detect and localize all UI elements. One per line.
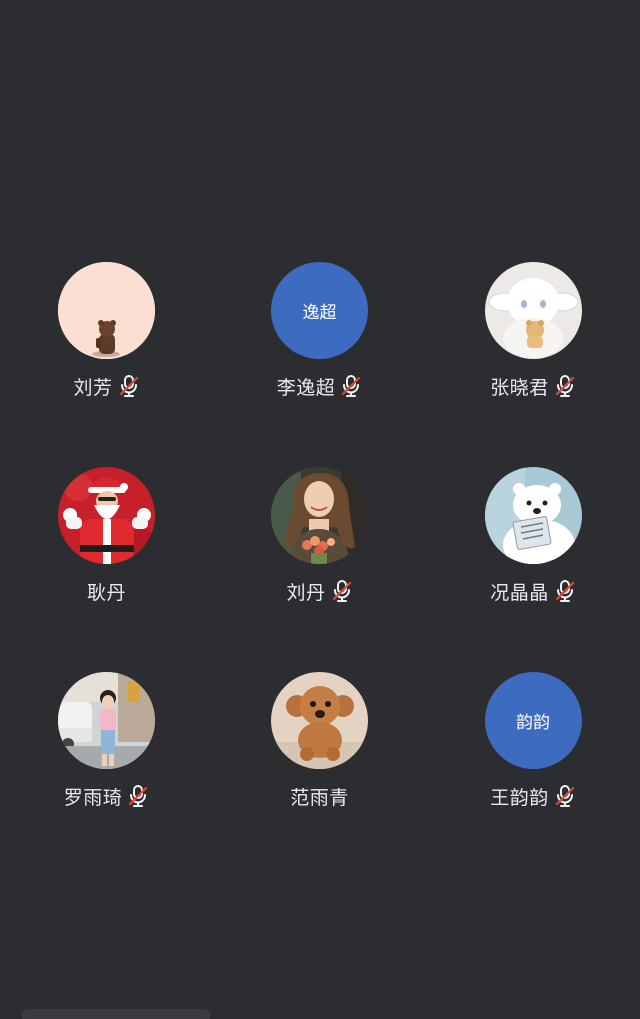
avatar bbox=[58, 467, 155, 564]
participant-name: 王韵韵 bbox=[490, 787, 549, 809]
name-row: 况晶晶 bbox=[490, 578, 576, 604]
name-row: 刘丹 bbox=[286, 578, 352, 604]
participant-tile[interactable]: 况晶晶 bbox=[426, 467, 640, 672]
poodle-image bbox=[271, 672, 368, 769]
participant-tile[interactable]: 范雨青 bbox=[213, 672, 426, 877]
participant-name: 李逸超 bbox=[276, 377, 336, 399]
participant-tile[interactable]: 韵韵 王韵韵 bbox=[426, 672, 640, 877]
mic-off-icon bbox=[340, 374, 362, 398]
avatar-initials: 逸超 bbox=[302, 303, 337, 322]
name-row: 罗雨琦 bbox=[64, 783, 150, 809]
mic-off-icon bbox=[554, 784, 576, 808]
participant-name: 刘丹 bbox=[286, 582, 326, 604]
bunny-plush-image bbox=[484, 262, 582, 359]
avatar bbox=[58, 672, 155, 769]
participant-name: 罗雨琦 bbox=[63, 787, 123, 809]
participant-tile[interactable]: 耿丹 bbox=[0, 467, 213, 672]
avatar-initials: 韵韵 bbox=[516, 713, 550, 732]
participant-name: 张晓君 bbox=[490, 377, 549, 399]
participant-tile[interactable]: 刘芳 bbox=[0, 262, 213, 467]
participant-grid: 刘芳 逸超 李逸超 张晓君 耿丹 刘丹 况晶晶 罗雨琦 范雨青 韵韵 王韵韵 bbox=[0, 262, 640, 877]
avatar bbox=[58, 262, 155, 359]
name-row: 李逸超 bbox=[277, 373, 363, 399]
mic-off-icon bbox=[331, 579, 353, 603]
polar-bear-image bbox=[484, 467, 582, 564]
mic-off-icon bbox=[127, 784, 149, 808]
girl-street-image bbox=[58, 672, 155, 769]
participant-tile[interactable]: 逸超 李逸超 bbox=[213, 262, 426, 467]
participant-name: 耿丹 bbox=[86, 582, 126, 604]
avatar: 韵韵 bbox=[484, 672, 582, 769]
woman-photo-image bbox=[271, 467, 368, 564]
name-row: 张晓君 bbox=[490, 373, 576, 399]
name-row: 范雨青 bbox=[290, 783, 349, 809]
participant-tile[interactable]: 罗雨琦 bbox=[0, 672, 213, 877]
participant-name: 况晶晶 bbox=[490, 582, 549, 604]
participant-tile[interactable]: 刘丹 bbox=[213, 467, 426, 672]
participant-name: 刘芳 bbox=[73, 377, 113, 399]
mic-off-icon bbox=[554, 579, 576, 603]
bottom-sheet-handle[interactable] bbox=[22, 1009, 210, 1019]
avatar: 逸超 bbox=[271, 262, 368, 359]
name-row: 王韵韵 bbox=[490, 783, 576, 809]
santa-image bbox=[58, 467, 155, 564]
participant-tile[interactable]: 张晓君 bbox=[426, 262, 640, 467]
avatar bbox=[271, 672, 368, 769]
avatar bbox=[271, 467, 368, 564]
avatar bbox=[484, 262, 582, 359]
avatar bbox=[484, 467, 582, 564]
bear-figure-image bbox=[58, 262, 155, 359]
video-call-screen: 刘芳 逸超 李逸超 张晓君 耿丹 刘丹 况晶晶 罗雨琦 范雨青 韵韵 王韵韵 bbox=[0, 0, 640, 1019]
name-row: 刘芳 bbox=[73, 373, 139, 399]
mic-off-icon bbox=[554, 374, 576, 398]
mic-off-icon bbox=[118, 374, 140, 398]
participant-name: 范雨青 bbox=[290, 787, 349, 809]
name-row: 耿丹 bbox=[87, 578, 126, 604]
